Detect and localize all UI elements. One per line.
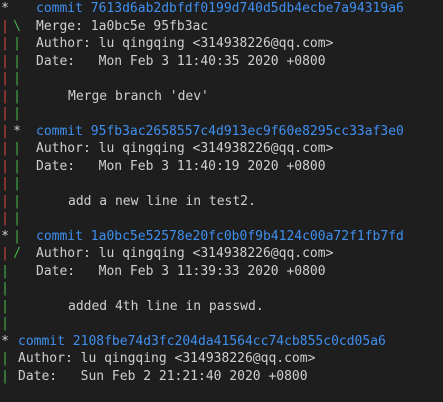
graph-pipe: | [13, 211, 21, 226]
graph-pipe: | [1, 18, 9, 34]
commit-line: * commit 7613d6ab2dbfdf0199d740d5db4ecbe… [0, 0, 443, 18]
date-line: | | Date: Mon Feb 3 11:40:35 2020 +0800 [0, 53, 443, 71]
date-text: Date: Sun Feb 2 21:21:40 2020 +0800 [18, 368, 308, 384]
commit-message: add a new line in test2. [68, 193, 256, 209]
graph-fwd: / [13, 246, 21, 261]
graph-star: * [1, 228, 9, 244]
author-text: Author: lu qingqing <314938226@qq.com> [18, 351, 316, 366]
graph-pipe: | [13, 36, 21, 51]
graph-pipe: | [1, 36, 9, 51]
graph-pipe: | [1, 71, 9, 86]
graph-star: * [1, 1, 9, 16]
author-text: Author: lu qingqing <314938226@qq.com> [36, 141, 334, 156]
graph-pipe: | [13, 158, 21, 174]
graph-pipe: | [13, 106, 21, 121]
message-line: | added 4th line in passwd. [0, 298, 443, 316]
blank-line: | | [0, 105, 443, 123]
graph-pipe: | [13, 193, 21, 209]
graph-pipe: | [1, 141, 9, 156]
merge-line: | \ Merge: 1a0bc5e 95fb3ac [0, 18, 443, 36]
graph-pipe: | [1, 246, 9, 261]
graph-star: * [13, 123, 21, 139]
commit-message: Merge branch 'dev' [68, 88, 209, 104]
commit-hash: commit 1a0bc5e52578e20fc0b0f9b4124c00a72… [36, 228, 404, 244]
graph-pipe: | [1, 53, 9, 69]
commit-hash: commit 7613d6ab2dbfdf0199d740d5db4ecbe7a… [36, 1, 404, 16]
graph-pipe: | [13, 88, 21, 104]
message-line: | | Merge branch 'dev' [0, 88, 443, 106]
blank-line: | [0, 315, 443, 333]
date-line: | Date: Mon Feb 3 11:39:33 2020 +0800 [0, 263, 443, 281]
graph-pipe: | [1, 88, 9, 104]
date-line: | Date: Sun Feb 2 21:21:40 2020 +0800 [0, 368, 443, 386]
author-line: | | Author: lu qingqing <314938226@qq.co… [0, 35, 443, 53]
graph-pipe: | [1, 193, 9, 209]
date-text: Date: Mon Feb 3 11:40:35 2020 +0800 [36, 53, 326, 69]
commit-line: | * commit 95fb3ac2658557c4d913ec9f60e82… [0, 123, 443, 141]
graph-pipe: | [13, 176, 21, 191]
commit-line: * | commit 1a0bc5e52578e20fc0b0f9b4124c0… [0, 228, 443, 246]
graph-back: \ [13, 18, 21, 34]
commit-hash: commit 95fb3ac2658557c4d913ec9f60e8295cc… [36, 123, 404, 139]
author-text: Author: lu qingqing <314938226@qq.com> [36, 246, 334, 261]
author-line: | Author: lu qingqing <314938226@qq.com> [0, 350, 443, 368]
author-text: Author: lu qingqing <314938226@qq.com> [36, 36, 334, 51]
terminal-window[interactable]: * commit 7613d6ab2dbfdf0199d740d5db4ecbe… [0, 0, 443, 402]
graph-pipe: | [1, 281, 9, 296]
graph-pipe: | [1, 316, 9, 331]
graph-pipe: | [1, 106, 9, 121]
graph-pipe: | [1, 123, 9, 139]
commit-message: added 4th line in passwd. [68, 298, 264, 314]
graph-star: * [1, 333, 9, 349]
blank-line: | | [0, 210, 443, 228]
graph-pipe: | [1, 368, 9, 384]
merge-text: Merge: 1a0bc5e 95fb3ac [36, 18, 209, 34]
message-line: | | add a new line in test2. [0, 193, 443, 211]
graph-pipe: | [1, 176, 9, 191]
commit-line: * commit 2108fbe74d3fc204da41564cc74cb85… [0, 333, 443, 351]
blank-line: | [0, 280, 443, 298]
commit-hash: commit 2108fbe74d3fc204da41564cc74cb855c… [18, 333, 386, 349]
date-text: Date: Mon Feb 3 11:40:19 2020 +0800 [36, 158, 326, 174]
date-line: | | Date: Mon Feb 3 11:40:19 2020 +0800 [0, 158, 443, 176]
graph-pipe: | [1, 211, 9, 226]
author-line: | / Author: lu qingqing <314938226@qq.co… [0, 245, 443, 263]
graph-pipe: | [1, 158, 9, 174]
graph-pipe: | [13, 53, 21, 69]
blank-line: | | [0, 175, 443, 193]
graph-pipe: | [1, 351, 9, 366]
graph-pipe: | [13, 71, 21, 86]
blank-line: | | [0, 70, 443, 88]
graph-pipe: | [13, 141, 21, 156]
date-text: Date: Mon Feb 3 11:39:33 2020 +0800 [36, 263, 326, 279]
graph-pipe: | [1, 263, 9, 279]
graph-pipe: | [1, 298, 9, 314]
author-line: | | Author: lu qingqing <314938226@qq.co… [0, 140, 443, 158]
graph-pipe: | [13, 228, 21, 244]
